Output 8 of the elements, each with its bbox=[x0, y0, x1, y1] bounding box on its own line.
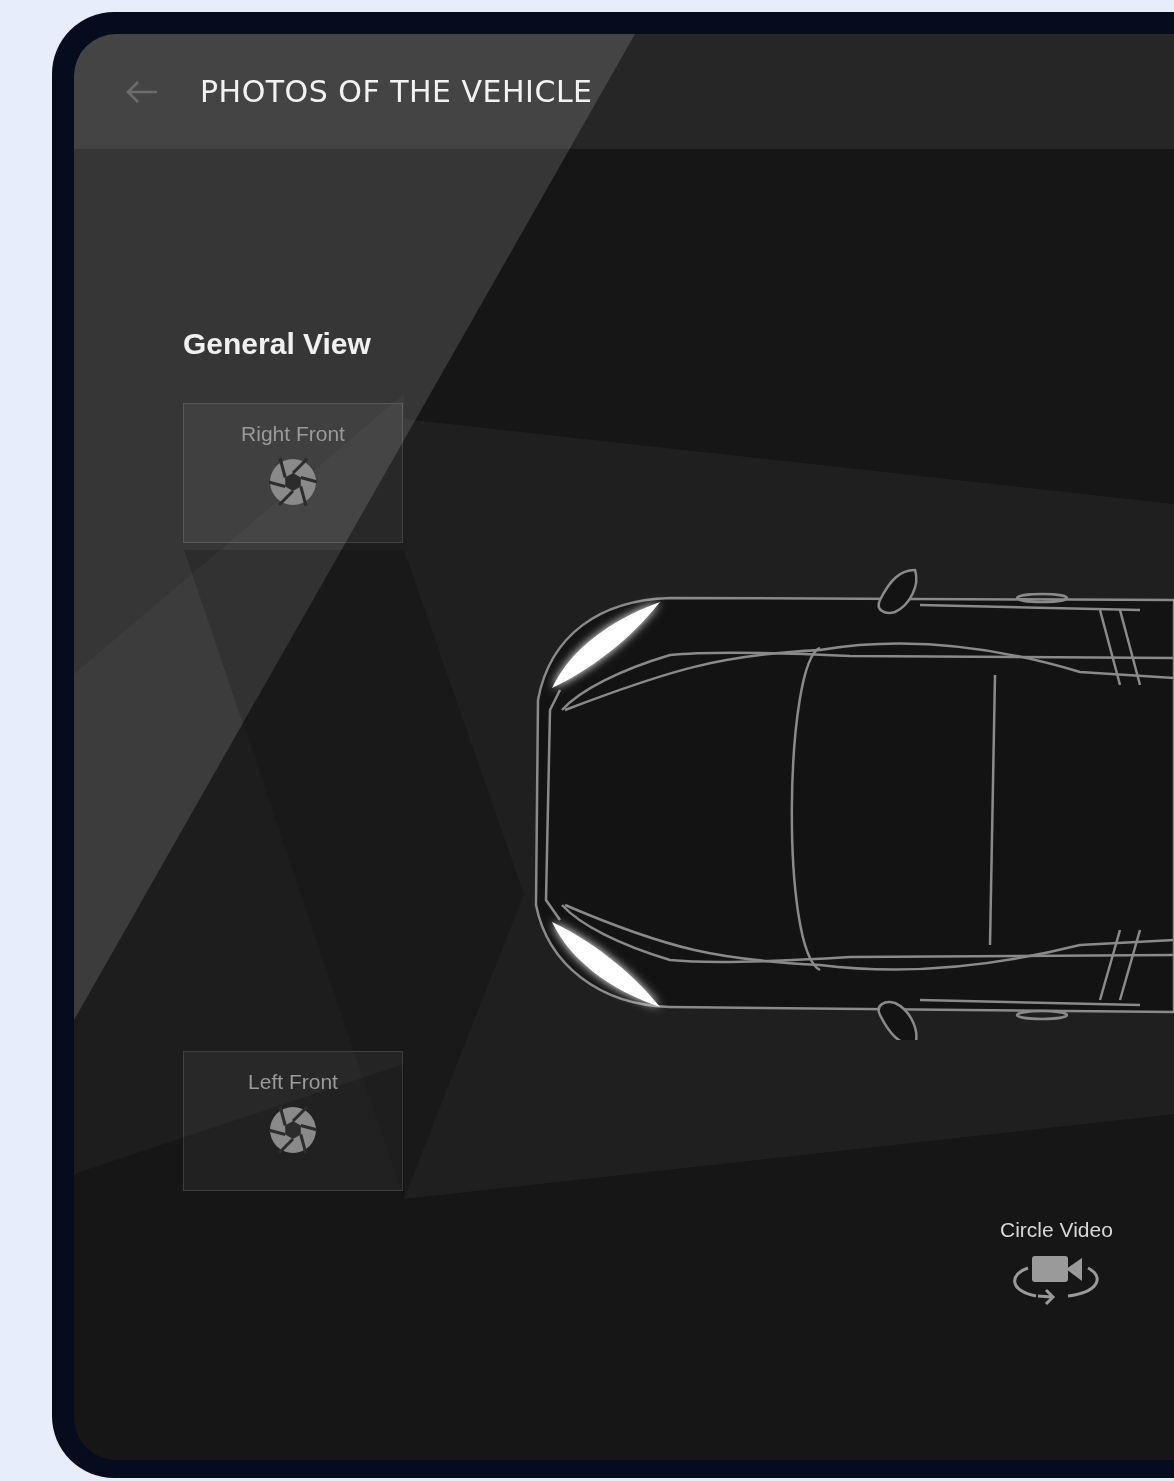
camera-shutter-icon bbox=[269, 458, 317, 506]
camera-shutter-icon bbox=[269, 1106, 317, 1154]
back-arrow-icon bbox=[125, 79, 159, 104]
photo-slot[interactable]: Right Front bbox=[183, 403, 403, 543]
page-title: PHOTOS OF THE VEHICLE bbox=[200, 74, 593, 109]
section-heading: General View bbox=[183, 327, 372, 361]
photo-slot[interactable]: Left Front bbox=[183, 1051, 403, 1191]
circle-video-button[interactable]: Circle Video bbox=[1000, 1218, 1113, 1310]
